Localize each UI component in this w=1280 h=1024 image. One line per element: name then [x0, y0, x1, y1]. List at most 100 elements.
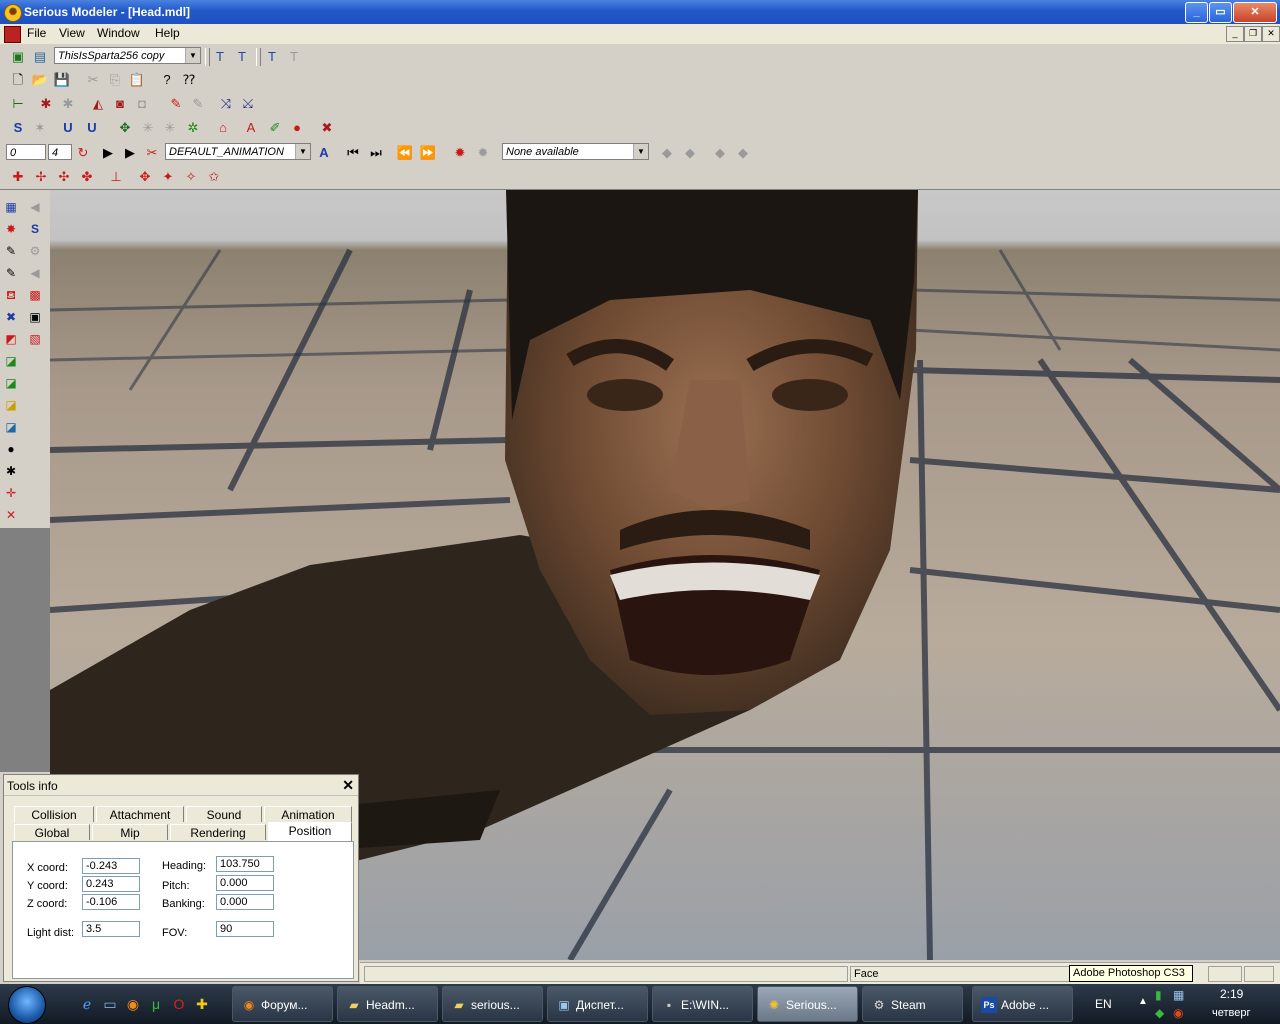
- tab-attachment[interactable]: Attachment: [96, 806, 184, 822]
- attach-alt-icon[interactable]: ✢: [32, 168, 50, 186]
- collision-alt-icon[interactable]: ✦: [159, 168, 177, 186]
- texture-prev-icon[interactable]: T: [263, 48, 281, 66]
- heading-field[interactable]: 103.750: [216, 856, 274, 872]
- task-steam[interactable]: ⚙ Steam: [862, 986, 963, 1022]
- mip-alt-icon[interactable]: ✸: [2, 220, 20, 238]
- minimize-button[interactable]: _: [1185, 2, 1208, 23]
- texture-combo[interactable]: ThisIsSparta256 copy ▼: [54, 47, 201, 64]
- clock-time[interactable]: 2:19: [1220, 987, 1243, 1001]
- sound-play-icon[interactable]: ◆: [658, 144, 676, 162]
- film-icon[interactable]: ▣: [26, 308, 44, 326]
- vertex-alt-icon[interactable]: ✳: [139, 119, 157, 137]
- skeleton-alt-icon[interactable]: ✱: [59, 95, 77, 113]
- grid-alt-icon[interactable]: ▧: [26, 330, 44, 348]
- vertex-select-icon[interactable]: ✥: [116, 119, 134, 137]
- new-file-icon[interactable]: 🗋: [9, 71, 27, 89]
- menu-window[interactable]: Window: [97, 26, 140, 40]
- layer-en-icon[interactable]: ◪: [2, 374, 20, 392]
- paint-bucket-icon[interactable]: ⛾: [2, 286, 20, 304]
- fov-field[interactable]: 90: [216, 921, 274, 937]
- mirror-icon[interactable]: ◩: [2, 330, 20, 348]
- opera-icon[interactable]: O: [170, 995, 188, 1013]
- open-folder-icon[interactable]: 📂: [31, 71, 49, 89]
- skeleton-icon[interactable]: ✱: [37, 95, 55, 113]
- menu-file[interactable]: File: [27, 26, 46, 40]
- about-icon[interactable]: ?: [158, 71, 176, 89]
- prev-frame-icon[interactable]: ⏪: [396, 144, 414, 162]
- z-coord-field[interactable]: -0.106: [82, 894, 140, 910]
- tab-rendering[interactable]: Rendering: [170, 824, 266, 840]
- task-task-manager[interactable]: ▣ Диспет...: [547, 986, 648, 1022]
- surface-icon[interactable]: S: [9, 119, 27, 137]
- sound-mode-icon[interactable]: ◪: [2, 418, 20, 436]
- surface-alt-icon[interactable]: ✶: [31, 119, 49, 137]
- sound-stop-icon[interactable]: ◆: [681, 144, 699, 162]
- start-button[interactable]: [8, 986, 46, 1024]
- font-icon[interactable]: A: [242, 119, 260, 137]
- texture-view-icon[interactable]: ▤: [31, 48, 49, 66]
- attach-move-icon[interactable]: ✣: [55, 168, 73, 186]
- tab-mip[interactable]: Mip: [92, 824, 168, 840]
- collision-scale-icon[interactable]: ✩: [205, 168, 223, 186]
- animation-combo[interactable]: DEFAULT_ANIMATION ▼: [165, 143, 311, 160]
- tab-position[interactable]: Position: [268, 822, 352, 841]
- delete-icon[interactable]: ✕: [2, 506, 20, 524]
- banking-field[interactable]: 0.000: [216, 894, 274, 910]
- surface-mode-icon[interactable]: S: [26, 220, 44, 238]
- task-photoshop[interactable]: Ps Adobe ...: [972, 986, 1073, 1022]
- sound-combo[interactable]: None available ▼: [502, 143, 649, 160]
- delete-surface-icon[interactable]: ✖: [318, 119, 336, 137]
- mdi-restore-button[interactable]: ❐: [1244, 26, 1262, 42]
- language-indicator[interactable]: EN: [1095, 997, 1112, 1011]
- mdi-minimize-button[interactable]: _: [1226, 26, 1244, 42]
- plus-launcher-icon[interactable]: ✚: [193, 995, 211, 1013]
- antivirus-icon[interactable]: ◉: [1173, 1006, 1183, 1020]
- texture-icon[interactable]: ▣: [9, 48, 27, 66]
- remove-texture-icon[interactable]: T: [233, 48, 251, 66]
- task-serious-folder[interactable]: ▰ serious...: [442, 986, 543, 1022]
- collision-move-icon[interactable]: ✧: [182, 168, 200, 186]
- pitch-field[interactable]: 0.000: [216, 875, 274, 891]
- task-cmd[interactable]: ▪ E:\WIN...: [652, 986, 753, 1022]
- vertex-alt2-icon[interactable]: ✳: [161, 119, 179, 137]
- messenger-icon[interactable]: ◆: [1155, 1006, 1164, 1020]
- close-button[interactable]: ✕: [1233, 2, 1277, 23]
- cross-icon[interactable]: ✖: [2, 308, 20, 326]
- firefox-icon[interactable]: ◉: [124, 995, 142, 1013]
- play-icon[interactable]: ▶: [99, 144, 117, 162]
- network-icon[interactable]: ▦: [1173, 988, 1184, 1002]
- play-frame-icon[interactable]: ▶: [121, 144, 139, 162]
- house-icon[interactable]: ⌂: [214, 119, 232, 137]
- x-coord-field[interactable]: -0.243: [82, 858, 140, 874]
- desktop-icon[interactable]: ▭: [101, 995, 119, 1013]
- sound-add-icon[interactable]: ◆: [711, 144, 729, 162]
- texture-next-icon[interactable]: T: [285, 48, 303, 66]
- uv-m-icon[interactable]: U: [83, 119, 101, 137]
- menu-view[interactable]: View: [59, 26, 85, 40]
- shading-icon[interactable]: ◙: [111, 95, 129, 113]
- grid-icon[interactable]: ▩: [26, 286, 44, 304]
- loop-icon[interactable]: ↻: [74, 144, 92, 162]
- chevron-down-icon[interactable]: ▼: [185, 48, 200, 63]
- patch-icon[interactable]: ✲: [184, 119, 202, 137]
- attach-rotate-icon[interactable]: ✤: [78, 168, 96, 186]
- document-icon[interactable]: [4, 26, 21, 43]
- wireframe-icon[interactable]: ◭: [89, 95, 107, 113]
- utorrent-icon[interactable]: μ: [147, 995, 165, 1013]
- close-icon[interactable]: ✕: [342, 777, 354, 794]
- add-animation-icon[interactable]: A: [315, 144, 333, 162]
- battery-icon[interactable]: ▮: [1155, 988, 1162, 1002]
- camera-icon[interactable]: ⤨: [217, 95, 235, 113]
- chevron-down-icon[interactable]: ▼: [295, 144, 310, 159]
- last-frame-icon[interactable]: ⏭: [367, 144, 385, 162]
- clock-day[interactable]: четверг: [1212, 1007, 1251, 1019]
- first-frame-icon[interactable]: ⏮: [344, 144, 362, 162]
- sound-remove-icon[interactable]: ◆: [734, 144, 752, 162]
- axis-icon[interactable]: ⊥: [107, 168, 125, 186]
- gear-icon[interactable]: ⚙: [26, 242, 44, 260]
- tray-expand-icon[interactable]: ▲: [1138, 996, 1148, 1007]
- light-dist-field[interactable]: 3.5: [82, 921, 140, 937]
- back-alt-icon[interactable]: ◀: [26, 264, 44, 282]
- add-texture-icon[interactable]: T: [211, 48, 229, 66]
- light-alt-icon[interactable]: ✎: [189, 95, 207, 113]
